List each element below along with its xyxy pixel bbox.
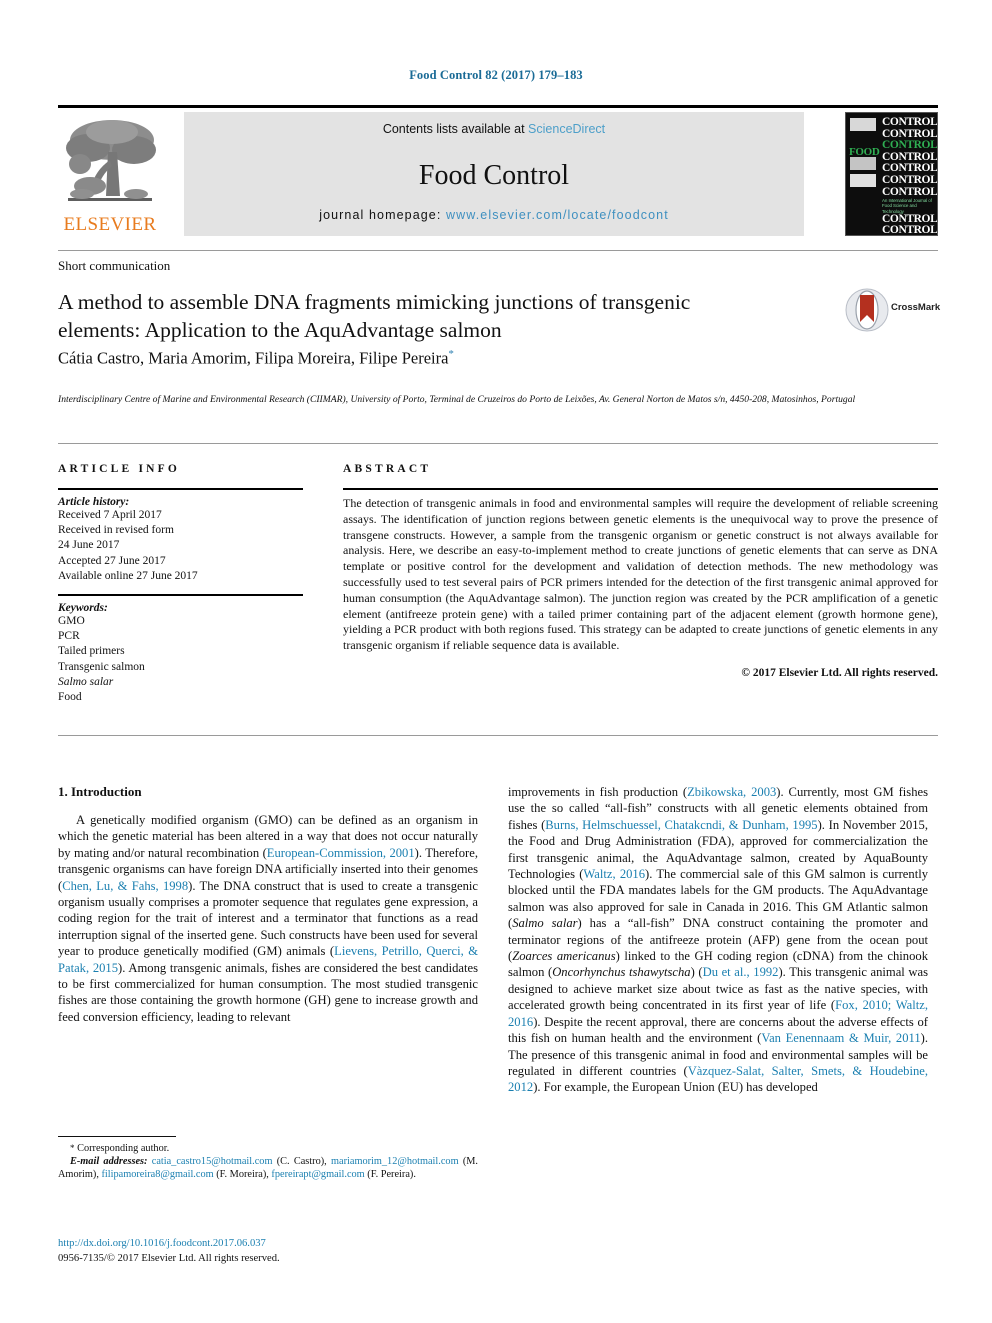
- contents-prefix: Contents lists available at: [382, 122, 529, 136]
- article-history-label: Article history:: [58, 496, 130, 508]
- page-title: A method to assemble DNA fragments mimic…: [58, 290, 691, 342]
- keyword-item: Transgenic salmon: [58, 660, 145, 673]
- article-history-item: 24 June 2017: [58, 539, 120, 552]
- cover-word-control: CONTROL: [882, 116, 938, 128]
- corresponding-author-marker: *: [448, 348, 454, 360]
- article-history-item: Available online 27 June 2017: [58, 569, 198, 582]
- paragraph: A genetically modified organism (GMO) ca…: [58, 813, 479, 1024]
- journal-cover-thumbnail: FOOD CONTROL CONTROL CONTROL CONTROL CON…: [845, 112, 938, 236]
- issn-copyright-line: 0956-7135/© 2017 Elsevier Ltd. All right…: [58, 1252, 280, 1264]
- sciencedirect-link[interactable]: ScienceDirect: [528, 122, 605, 136]
- journal-homepage-link[interactable]: www.elsevier.com/locate/foodcont: [446, 208, 669, 222]
- author-names: Cátia Castro, Maria Amorim, Filipa Morei…: [58, 348, 449, 368]
- article-info-heading: ARTICLE INFO: [58, 463, 181, 475]
- corresponding-author-note: * Corresponding author.: [58, 1142, 478, 1155]
- footer-block: http://dx.doi.org/10.1016/j.foodcont.201…: [58, 1237, 488, 1266]
- email-addresses-note: E-mail addresses: catia_castro15@hotmail…: [58, 1155, 478, 1181]
- cover-tagline: An International Journal of Food Science…: [882, 198, 932, 214]
- paragraph: improvements in fish production (Zbikows…: [508, 785, 929, 1095]
- abstract-heading: ABSTRACT: [343, 463, 432, 475]
- cover-word-control: CONTROL: [882, 185, 938, 198]
- body-column-left: A genetically modified organism (GMO) ca…: [58, 812, 478, 1025]
- divider-abstract: [343, 488, 938, 490]
- keyword-item: Food: [58, 691, 82, 704]
- keyword-item: Salmo salar: [58, 675, 114, 688]
- keywords-block: Keywords: GMO PCR Tailed primers Transge…: [58, 602, 303, 705]
- abstract-block: The detection of transgenic animals in f…: [343, 496, 938, 679]
- divider-article-info: [58, 488, 303, 490]
- journal-title: Food Control: [418, 160, 570, 191]
- journal-homepage-line: journal homepage: www.elsevier.com/locat…: [184, 208, 804, 222]
- abstract-text: The detection of transgenic animals in f…: [343, 496, 938, 653]
- affiliation: Interdisciplinary Centre of Marine and E…: [58, 394, 856, 405]
- paper-page: Food Control 82 (2017) 179–183 ELSEVIER …: [0, 0, 992, 1323]
- crossmark-label: CrossMark: [891, 302, 941, 313]
- doi-link[interactable]: http://dx.doi.org/10.1016/j.foodcont.201…: [58, 1238, 266, 1249]
- homepage-prefix: journal homepage:: [319, 208, 447, 222]
- cover-word-control: CONTROL: [882, 224, 938, 236]
- cover-word-control: CONTROL: [882, 173, 938, 186]
- author-list: Cátia Castro, Maria Amorim, Filipa Morei…: [58, 348, 454, 369]
- asterisk-icon: *: [70, 1143, 75, 1153]
- crossmark-badge[interactable]: CrossMark: [845, 288, 945, 334]
- journal-masthead: ELSEVIER Contents lists available at Sci…: [58, 105, 938, 236]
- email-label: E-mail addresses:: [70, 1156, 148, 1168]
- crossmark-icon: [845, 288, 889, 332]
- cover-control-stack: CONTROL CONTROL CONTROL CONTROL CONTROL …: [882, 116, 938, 236]
- keyword-item: GMO: [58, 615, 85, 627]
- corresponding-author-text: Corresponding author.: [77, 1143, 170, 1154]
- article-history-item: Received in revised form: [58, 524, 174, 537]
- article-history-item: Received 7 April 2017: [58, 509, 162, 521]
- elsevier-tree-icon: [66, 120, 156, 201]
- article-history-item: Accepted 27 June 2017: [58, 554, 166, 567]
- contents-available-line: Contents lists available at ScienceDirec…: [184, 122, 804, 136]
- keywords-label: Keywords:: [58, 602, 108, 614]
- section-heading-introduction: 1. Introduction: [58, 784, 142, 799]
- divider-below-abstract: [58, 735, 938, 736]
- footnote-block: * Corresponding author. E-mail addresses…: [58, 1142, 478, 1182]
- footnote-divider: [58, 1136, 176, 1138]
- keyword-item: PCR: [58, 630, 80, 643]
- divider-keywords: [58, 594, 303, 596]
- abstract-copyright: © 2017 Elsevier Ltd. All rights reserved…: [741, 666, 938, 679]
- body-column-right: improvements in fish production (Zbikows…: [508, 784, 928, 1096]
- elsevier-logo: ELSEVIER: [58, 112, 162, 236]
- divider-above-article-type: [58, 250, 938, 251]
- cover-word-food: FOOD: [849, 146, 880, 158]
- article-type-label: Short communication: [58, 258, 171, 273]
- running-head: Food Control 82 (2017) 179–183: [409, 68, 583, 82]
- article-info-block: Article history: Received 7 April 2017 R…: [58, 496, 303, 584]
- elsevier-wordmark: ELSEVIER: [63, 214, 157, 235]
- masthead-grey-band: Contents lists available at ScienceDirec…: [184, 112, 804, 236]
- divider-above-abstract: [58, 443, 938, 444]
- cover-mini-images: [850, 118, 880, 232]
- keyword-item: Tailed primers: [58, 645, 125, 658]
